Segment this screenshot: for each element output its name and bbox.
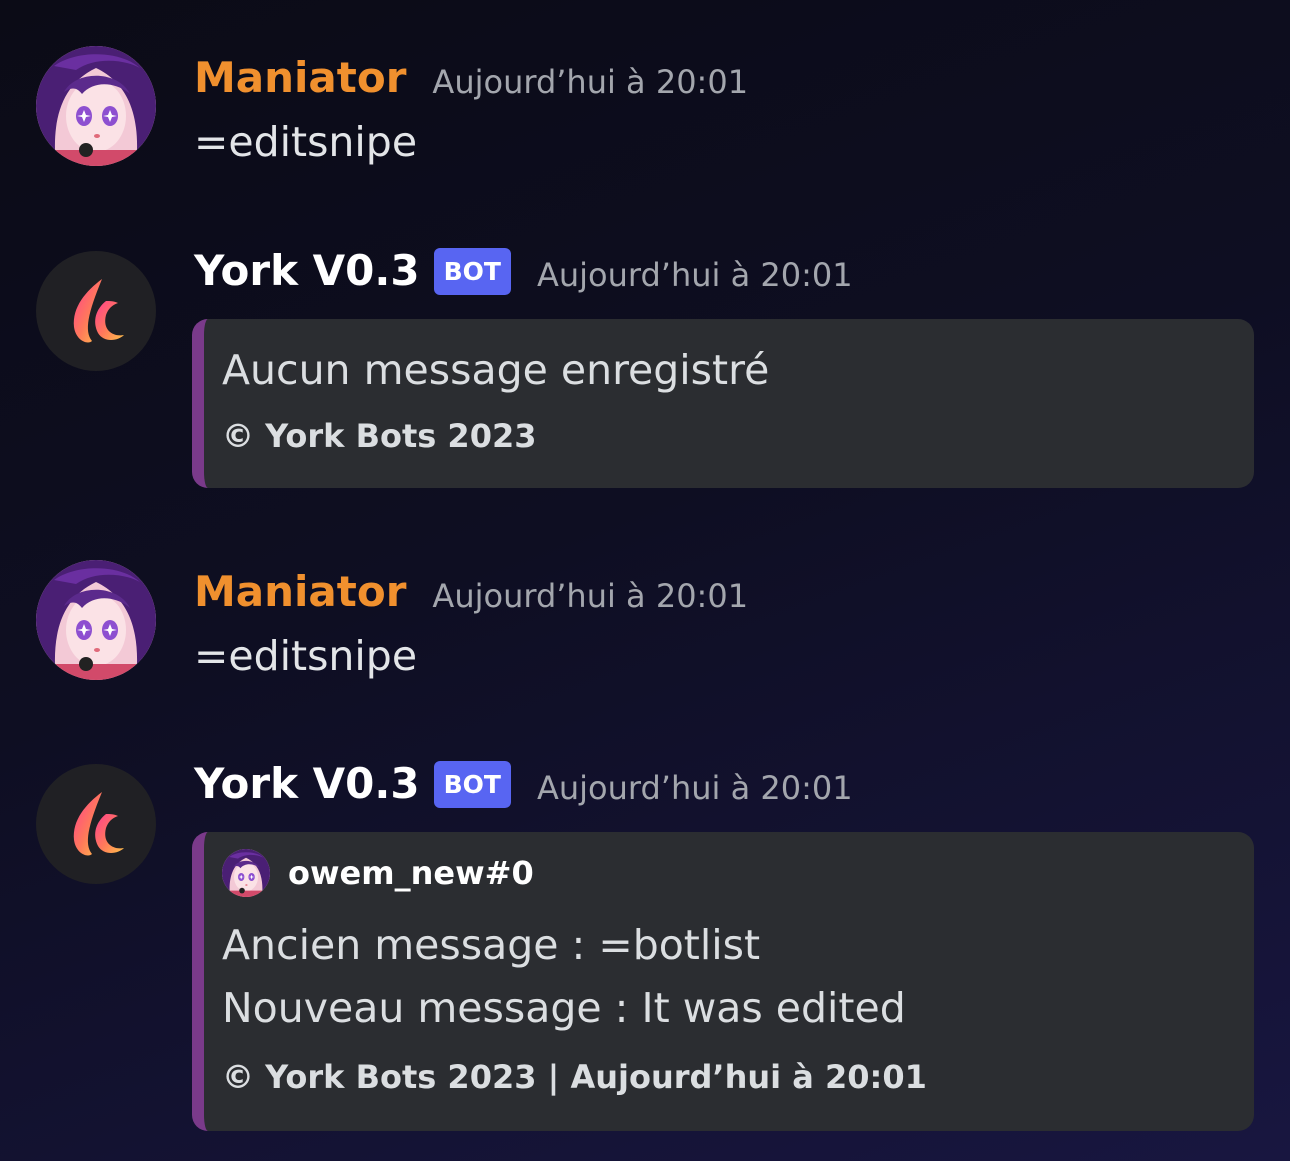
embed-author-avatar <box>222 849 270 897</box>
username[interactable]: Maniator <box>194 560 406 624</box>
embed-author[interactable]: owem_new#0 <box>222 848 1226 898</box>
message-content: =editsnipe <box>194 118 418 166</box>
embed-footer: © York Bots 2023 <box>222 417 537 455</box>
anime-girl-avatar-icon <box>36 46 156 166</box>
username[interactable]: York V0.3 <box>194 239 420 303</box>
embed: owem_new#0 Ancien message : =botlist Nou… <box>192 832 1254 1131</box>
bot-avatar[interactable] <box>36 251 156 371</box>
bot-avatar[interactable] <box>36 764 156 884</box>
timestamp: Aujourd’hui à 20:01 <box>432 63 749 101</box>
username[interactable]: York V0.3 <box>194 752 420 816</box>
timestamp: Aujourd’hui à 20:01 <box>432 577 749 615</box>
embed-description: Aucun message enregistré <box>222 346 770 394</box>
flame-logo-icon <box>36 251 156 371</box>
embed: Aucun message enregistré © York Bots 202… <box>192 319 1254 488</box>
message-content: =editsnipe <box>194 632 418 680</box>
username[interactable]: Maniator <box>194 46 406 110</box>
timestamp: Aujourd’hui à 20:01 <box>536 256 853 294</box>
timestamp: Aujourd’hui à 20:01 <box>536 769 853 807</box>
embed-description-line: Ancien message : =botlist <box>222 921 761 969</box>
user-avatar[interactable] <box>36 560 156 680</box>
message-header: Maniator Aujourd’hui à 20:01 <box>194 560 748 624</box>
message-header: York V0.3 BOT Aujourd’hui à 20:01 <box>194 752 853 816</box>
embed-description-line: Nouveau message : It was edited <box>222 984 906 1032</box>
anime-girl-avatar-icon <box>36 560 156 680</box>
message-header: Maniator Aujourd’hui à 20:01 <box>194 46 748 110</box>
message-header: York V0.3 BOT Aujourd’hui à 20:01 <box>194 239 853 303</box>
bot-badge: BOT <box>433 247 511 295</box>
flame-logo-icon <box>36 764 156 884</box>
embed-author-name: owem_new#0 <box>288 854 534 892</box>
user-avatar[interactable] <box>36 46 156 166</box>
embed-footer: © York Bots 2023 | Aujourd’hui à 20:01 <box>222 1058 927 1096</box>
anime-girl-avatar-icon <box>222 849 270 897</box>
bot-badge: BOT <box>433 760 511 808</box>
